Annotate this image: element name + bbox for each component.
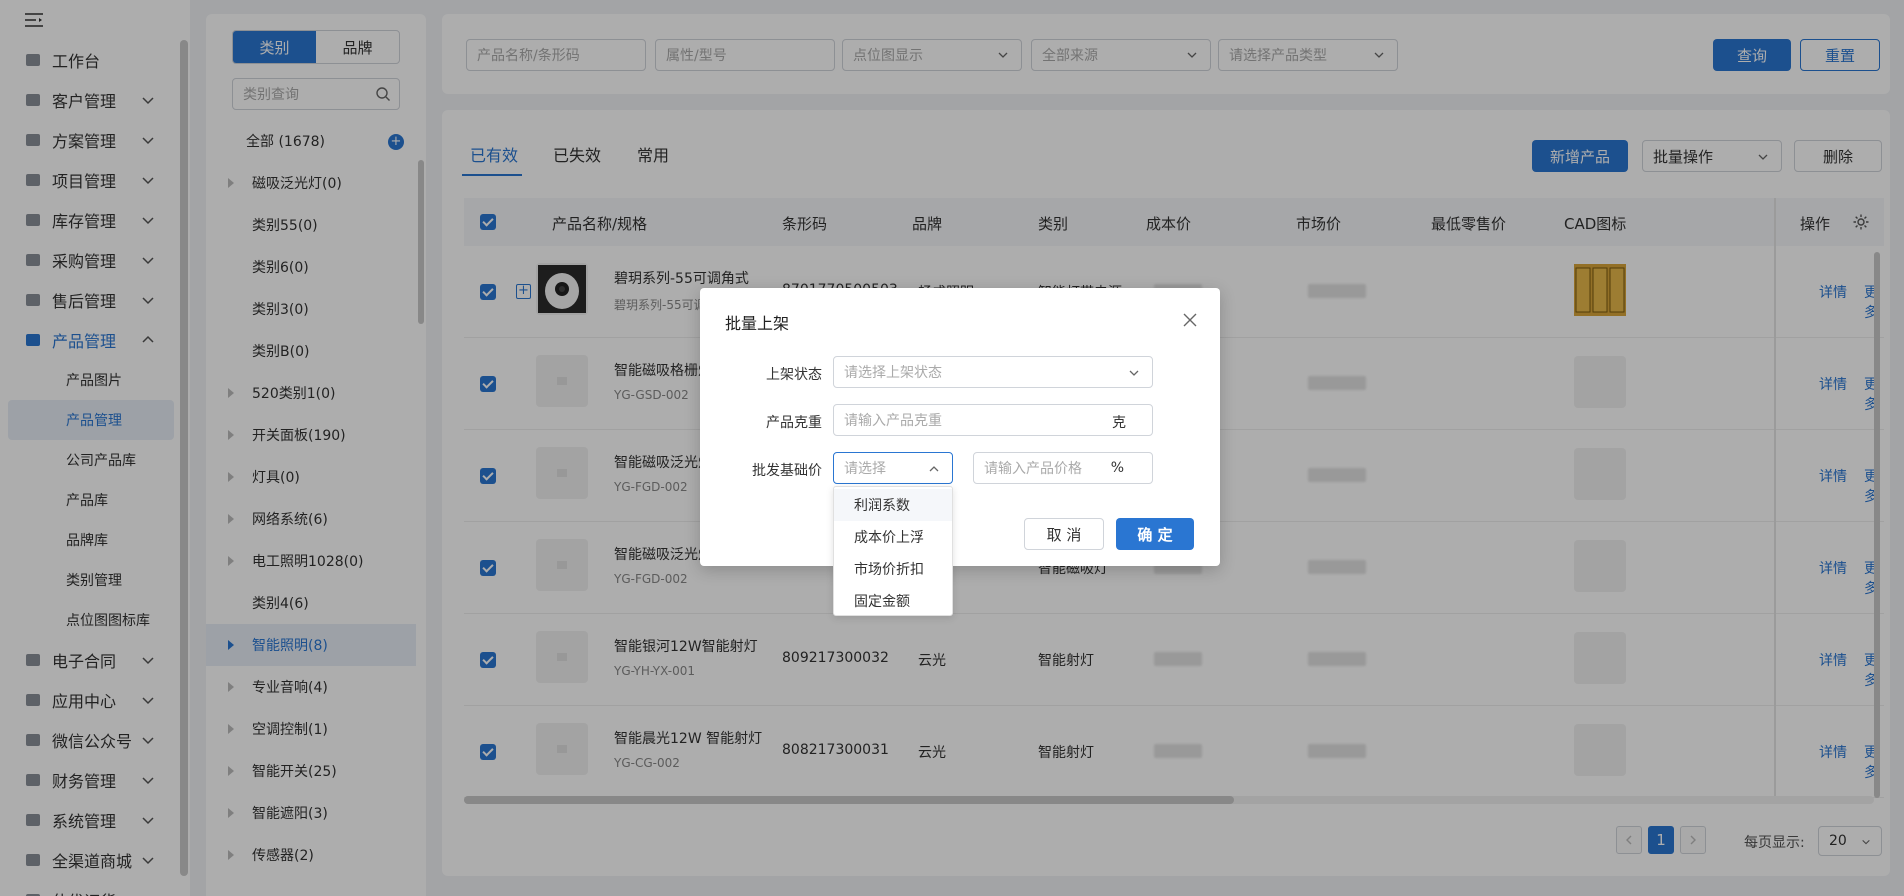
option-cost-markup[interactable]: 成本价上浮 — [834, 521, 952, 553]
price-placeholder: 请输入产品价格 — [984, 461, 1082, 477]
weight-label: 产品克重 — [766, 415, 822, 431]
chevron-down-icon — [1129, 370, 1139, 376]
app-root: 工作台 客户管理 方案管理 项目管理 库存管理 采购管理 售后管理 产品管理 产品图片 产品管理公… — [0, 0, 1904, 896]
option-fixed-amount[interactable]: 固定金额 — [834, 585, 952, 617]
confirm-button[interactable]: 确 定 — [1116, 518, 1194, 550]
price-base-select[interactable]: 请选择 — [833, 452, 953, 484]
wholesale-price-label: 批发基础价 — [752, 463, 822, 479]
weight-unit: 克 — [1112, 415, 1126, 431]
chevron-up-icon — [929, 466, 939, 472]
status-label: 上架状态 — [766, 367, 822, 383]
batch-shelve-dialog: 批量上架 上架状态 请选择上架状态 产品克重 请输入产品克重 克 批发基础价 请… — [700, 288, 1220, 566]
price-input[interactable]: 请输入产品价格 % — [973, 452, 1153, 484]
weight-placeholder: 请输入产品克重 — [844, 413, 942, 429]
option-market-discount[interactable]: 市场价折扣 — [834, 553, 952, 585]
weight-input[interactable]: 请输入产品克重 克 — [833, 404, 1153, 436]
price-base-dropdown: 利润系数 成本价上浮 市场价折扣 固定金额 — [833, 486, 953, 616]
dialog-title: 批量上架 — [725, 314, 790, 333]
close-icon[interactable] — [1182, 312, 1198, 328]
cancel-button[interactable]: 取 消 — [1024, 518, 1104, 550]
shelf-status-placeholder: 请选择上架状态 — [844, 365, 942, 381]
price-base-placeholder: 请选择 — [844, 461, 886, 477]
price-unit: % — [1110, 460, 1124, 476]
option-profit-coefficient[interactable]: 利润系数 — [834, 489, 952, 521]
shelf-status-select[interactable]: 请选择上架状态 — [833, 356, 1153, 388]
